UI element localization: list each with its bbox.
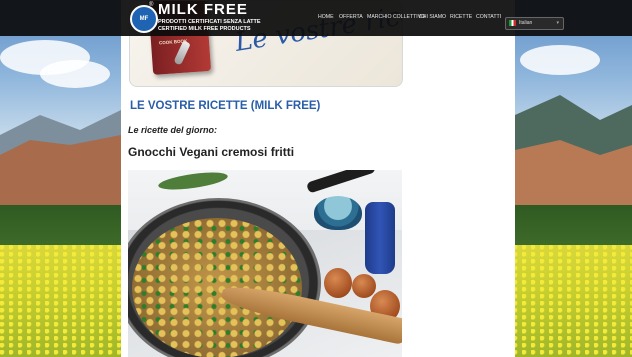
tagline-italian: PRODOTTI CERTIFICATI SENZA LATTE xyxy=(158,19,261,25)
nav-marchio-collettivo[interactable]: MARCHIO COLLETTIVO xyxy=(367,14,425,20)
section-subtitle: Le ricette del giorno: xyxy=(128,125,218,135)
onion xyxy=(324,268,352,298)
blue-jar xyxy=(365,202,395,274)
bowl xyxy=(314,196,362,230)
nav-home[interactable]: HOME xyxy=(318,14,334,20)
registered-mark: ® xyxy=(149,2,154,8)
milk-free-logo-icon[interactable]: MF xyxy=(130,5,158,33)
top-navigation-bar: MF ® MILK FREE PRODOTTI CERTIFICATI SENZ… xyxy=(0,0,632,36)
recipe-photo[interactable] xyxy=(128,170,402,357)
cloud xyxy=(40,60,110,88)
language-selector[interactable]: Italian ▾ xyxy=(505,17,564,30)
nav-contatti[interactable]: CONTATTI xyxy=(476,14,501,20)
recipe-title[interactable]: Gnocchi Vegani cremosi fritti xyxy=(128,145,294,159)
chevron-down-icon: ▾ xyxy=(556,20,559,26)
cloud xyxy=(520,45,600,75)
italy-flag-icon xyxy=(509,20,516,26)
content-panel: COOK BOOK Le vostre ricette LE VOSTRE RI… xyxy=(121,0,515,357)
nav-ricette[interactable]: RICETTE xyxy=(450,14,472,20)
brand-name[interactable]: MILK FREE xyxy=(158,1,248,18)
gnocchi xyxy=(132,218,302,357)
language-selected: Italian xyxy=(519,20,533,26)
nav-chi-siamo[interactable]: CHI SIAMO xyxy=(419,14,446,20)
page-title: LE VOSTRE RICETTE (MILK FREE) xyxy=(130,100,321,112)
nav-offerta[interactable]: OFFERTA xyxy=(339,14,363,20)
onion xyxy=(352,274,376,298)
tagline-english: CERTIFIED MILK FREE PRODUCTS xyxy=(158,26,251,32)
